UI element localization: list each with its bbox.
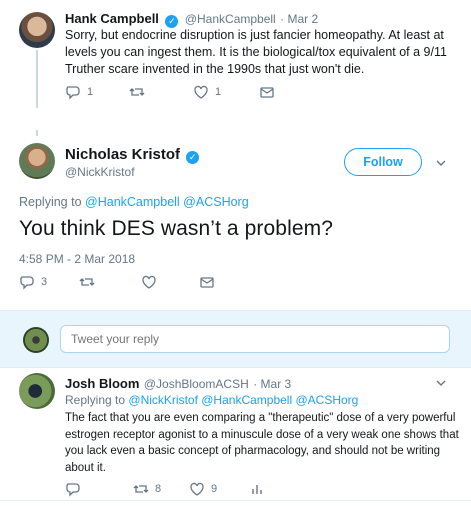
thread-line — [36, 130, 38, 136]
tweet-hank[interactable]: Hank Campbell ✓ @HankCampbell · Mar 2 So… — [0, 0, 471, 118]
author-name[interactable]: Nicholas Kristof ✓ — [65, 146, 201, 164]
reply-count: 3 — [41, 276, 48, 288]
like-icon — [194, 85, 208, 99]
author-name[interactable]: Josh Bloom — [65, 376, 139, 391]
like-icon — [190, 482, 204, 496]
tweet-timestamp[interactable]: 4:58 PM - 2 Mar 2018 — [19, 252, 135, 266]
retweet-button[interactable]: 8 — [133, 481, 189, 497]
mention-links[interactable]: @NickKristof @HankCampbell @ACSHorg — [128, 393, 358, 407]
thread-line — [36, 50, 38, 108]
avatar-current-user — [23, 327, 49, 353]
retweet-button[interactable] — [129, 84, 193, 100]
chevron-down-icon[interactable] — [434, 156, 448, 170]
analytics-icon — [252, 485, 262, 494]
follow-button[interactable]: Follow — [344, 148, 422, 176]
tweet-actions: 3 — [19, 274, 215, 290]
avatar-josh[interactable] — [19, 373, 55, 409]
reply-icon — [66, 483, 80, 497]
retweet-button[interactable] — [79, 274, 141, 290]
divider — [0, 500, 471, 501]
like-button[interactable]: 1 — [193, 84, 259, 100]
message-icon — [260, 87, 274, 98]
tweet-actions: 8 9 — [65, 481, 265, 497]
tweet-date[interactable]: · Mar 2 — [280, 12, 318, 26]
reply-button[interactable] — [65, 481, 133, 497]
reply-icon — [66, 86, 80, 100]
analytics-button[interactable] — [249, 481, 265, 497]
author-handle[interactable]: @JoshBloomACSH — [144, 377, 249, 391]
author-handle[interactable]: @NickKristof — [65, 165, 135, 179]
tweet-text: You think DES wasn’t a problem? — [19, 217, 333, 240]
avatar-nick[interactable] — [19, 143, 55, 179]
author-handle[interactable]: @HankCampbell — [185, 12, 276, 26]
like-button[interactable]: 9 — [189, 481, 249, 497]
like-button[interactable] — [141, 274, 199, 290]
retweet-icon — [133, 485, 149, 493]
mention-links[interactable]: @HankCampbell @ACSHorg — [85, 195, 249, 209]
tweet-date[interactable]: · Mar 3 — [253, 377, 291, 391]
tweet-header: Josh Bloom @JoshBloomACSH · Mar 3 — [65, 375, 291, 393]
message-icon — [200, 277, 214, 288]
like-icon — [142, 275, 156, 289]
chevron-down-icon[interactable] — [434, 376, 448, 390]
tweet-text: Sorry, but endocrine disruption is just … — [65, 28, 447, 76]
reply-icon — [20, 276, 34, 290]
tweet-text: The fact that you are even comparing a "… — [65, 412, 459, 474]
reply-input[interactable] — [60, 325, 450, 353]
like-count: 9 — [211, 483, 218, 495]
retweet-count: 8 — [155, 483, 162, 495]
verified-badge-icon: ✓ — [186, 151, 200, 164]
retweet-icon — [129, 88, 145, 96]
reply-button[interactable]: 3 — [19, 274, 79, 290]
message-button[interactable] — [259, 84, 275, 100]
retweet-icon — [79, 278, 95, 286]
author-name[interactable]: Hank Campbell — [65, 11, 159, 26]
avatar-hank[interactable] — [19, 12, 55, 48]
reply-button[interactable]: 1 — [65, 84, 129, 100]
like-count: 1 — [215, 86, 222, 98]
tweet-actions: 1 1 — [65, 84, 275, 100]
replying-to: Replying to @HankCampbell @ACSHorg — [19, 195, 249, 209]
tweet-header: Hank Campbell ✓ @HankCampbell · Mar 2 — [65, 10, 318, 28]
replying-to: Replying to @NickKristof @HankCampbell @… — [65, 393, 359, 407]
reply-count: 1 — [87, 86, 94, 98]
message-button[interactable] — [199, 274, 215, 290]
